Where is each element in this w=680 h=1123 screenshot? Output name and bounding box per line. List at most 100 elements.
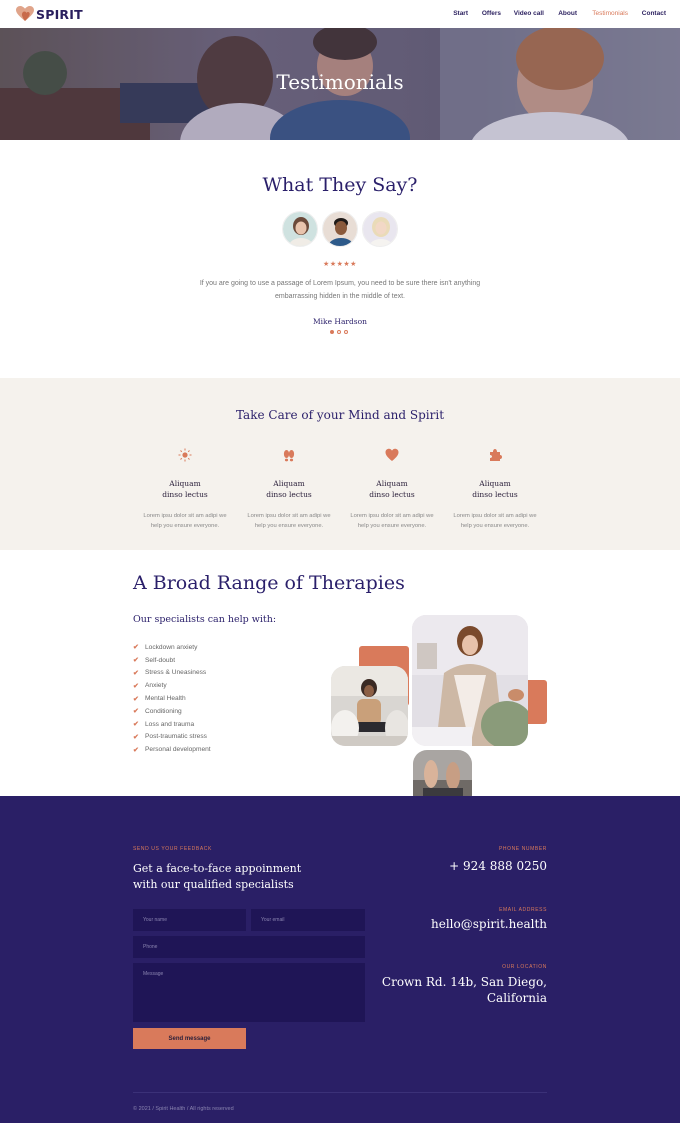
testimonial-author: Mike Hardson xyxy=(312,317,368,326)
check-icon: ✔ xyxy=(133,733,139,741)
care-heading: Take Care of your Mind and Spirit xyxy=(235,408,445,422)
list-item: ✔ Conditioning xyxy=(133,705,211,718)
location-label: OUR LOCATION xyxy=(502,964,547,970)
heart-logo-icon xyxy=(16,6,34,21)
feature-title: Aliquam xyxy=(376,479,408,488)
list-item-label: Conditioning xyxy=(145,707,182,715)
address: Crown Rd. 14b, San Diego, California xyxy=(382,974,547,1006)
phone-number[interactable]: + 924 888 0250 xyxy=(449,859,547,873)
list-item-label: Loss and trauma xyxy=(145,720,195,728)
list-item-label: Self-doubt xyxy=(145,656,176,664)
nav-offers[interactable]: Offers xyxy=(482,10,501,17)
feature-title: Aliquam xyxy=(479,479,511,488)
feature-description: Lorem ipsu dolor sit am adipi we xyxy=(247,513,331,519)
send-message-button[interactable]: Send message xyxy=(133,1028,246,1049)
message-field[interactable]: Message xyxy=(133,963,365,1022)
feature-card: Aliquam dinso lectus Lorem ipsu dolor sit… xyxy=(342,448,442,531)
phone-field[interactable]: Phone xyxy=(133,936,365,958)
phone-label: PHONE NUMBER xyxy=(498,846,547,852)
nav-start[interactable]: Start xyxy=(453,10,468,17)
phone-placeholder: Phone xyxy=(143,944,158,950)
avatar[interactable] xyxy=(282,211,318,247)
carousel-dots xyxy=(330,330,350,335)
check-icon: ✔ xyxy=(133,695,139,703)
top-navigation: SPIRIT Start Offers Video call About Tes… xyxy=(0,0,680,28)
list-item: ✔ Anxiety xyxy=(133,679,211,692)
check-icon: ✔ xyxy=(133,682,139,690)
therapies-list: ✔ Lockdown anxiety ✔ Self-doubt ✔ Stress & … xyxy=(133,641,211,756)
puzzle-icon xyxy=(490,449,502,461)
feature-description: help you ensure everyone. xyxy=(150,522,220,529)
email-field[interactable]: Your email xyxy=(251,909,365,931)
feature-description: help you ensure everyone. xyxy=(254,522,324,529)
nav-video-call[interactable]: Video call xyxy=(514,10,544,17)
list-item: ✔ Personal development xyxy=(133,743,211,756)
check-icon: ✔ xyxy=(133,657,139,665)
sun-icon xyxy=(178,448,192,462)
name-placeholder: Your name xyxy=(143,917,167,923)
footprints-icon xyxy=(283,450,295,462)
page-title: Testimonials xyxy=(276,70,404,94)
feature-description: help you ensure everyone. xyxy=(357,522,427,529)
address-line: California xyxy=(486,991,547,1005)
logo[interactable]: SPIRIT xyxy=(16,6,83,22)
copyright: © 2021 / Spirit Health / All rights rese… xyxy=(133,1106,234,1112)
list-item: ✔ Stress & Uneasiness xyxy=(133,667,211,680)
address-line: Crown Rd. 14b, San Diego, xyxy=(381,975,547,989)
email-address[interactable]: hello@spirit.health xyxy=(431,917,547,931)
footer-divider xyxy=(133,1092,547,1093)
name-field[interactable]: Your name xyxy=(133,909,246,931)
contact-heading-line: with our qualified specialists xyxy=(133,878,294,891)
list-item-label: Mental Health xyxy=(145,695,186,703)
list-item: ✔ Post-traumatic stress xyxy=(133,731,211,744)
carousel-dot[interactable] xyxy=(330,330,334,334)
feature-description: Lorem ipsu dolor sit am adipi we xyxy=(143,513,227,519)
feature-title: Aliquam xyxy=(169,479,201,488)
list-item-label: Lockdown anxiety xyxy=(145,643,198,651)
list-item: ✔ Loss and trauma xyxy=(133,718,211,731)
check-icon: ✔ xyxy=(133,721,139,729)
feature-card: Aliquam dinso lectus Lorem ipsu dolor sit… xyxy=(135,448,235,531)
feature-description: Lorem ipsu dolor sit am adipi we xyxy=(453,513,537,519)
feature-card: Aliquam dinso lectus Lorem ipsu dolor sit… xyxy=(445,448,545,531)
therapy-photo-large xyxy=(412,615,528,746)
list-item-label: Personal development xyxy=(145,746,211,754)
feature-title: dinso lectus xyxy=(162,490,208,499)
avatar[interactable] xyxy=(362,211,398,247)
list-item-label: Post-traumatic stress xyxy=(145,733,207,741)
hero-banner: Testimonials xyxy=(0,28,680,140)
carousel-dot[interactable] xyxy=(337,330,341,334)
feedback-label: SEND US YOUR FEEDBACK xyxy=(133,846,212,852)
message-placeholder: Message xyxy=(143,971,164,977)
email-label: EMAIL ADDRESS xyxy=(499,907,547,913)
list-item: ✔ Mental Health xyxy=(133,692,211,705)
feature-title: dinso lectus xyxy=(472,490,518,499)
contact-heading-line: Get a face-to-face appoinment xyxy=(133,862,302,875)
testimonial-avatars xyxy=(282,211,398,247)
carousel-dot[interactable] xyxy=(344,330,348,334)
list-item: ✔ Self-doubt xyxy=(133,654,211,667)
feature-title: dinso lectus xyxy=(266,490,312,499)
list-item-label: Stress & Uneasiness xyxy=(145,669,207,677)
check-icon: ✔ xyxy=(133,708,139,716)
rating-stars: ★★★★★ xyxy=(323,261,357,268)
nav-contact[interactable]: Contact xyxy=(642,10,666,17)
therapies-heading: A Broad Range of Therapies xyxy=(133,572,405,594)
feature-title: Aliquam xyxy=(273,479,305,488)
care-section: Take Care of your Mind and Spirit Aliqua… xyxy=(0,378,680,550)
check-icon: ✔ xyxy=(133,746,139,754)
brand-name: SPIRIT xyxy=(36,6,83,22)
contact-heading: Get a face-to-face appoinment with our q… xyxy=(133,861,301,893)
list-item: ✔ Lockdown anxiety xyxy=(133,641,211,654)
heart-icon xyxy=(385,448,399,461)
nav-about[interactable]: About xyxy=(558,10,577,17)
contact-section: SEND US YOUR FEEDBACK Get a face-to-face… xyxy=(0,796,680,1123)
email-placeholder: Your email xyxy=(261,917,285,923)
nav-testimonials[interactable]: Testimonials xyxy=(592,10,628,17)
therapies-subheading: Our specialists can help with: xyxy=(133,614,277,625)
check-icon: ✔ xyxy=(133,669,139,677)
feature-description: Lorem ipsu dolor sit am adipi we xyxy=(350,513,434,519)
feature-title: dinso lectus xyxy=(369,490,415,499)
avatar[interactable] xyxy=(322,211,358,247)
testimonial-quote: If you are going to use a passage of Lor… xyxy=(199,280,481,300)
